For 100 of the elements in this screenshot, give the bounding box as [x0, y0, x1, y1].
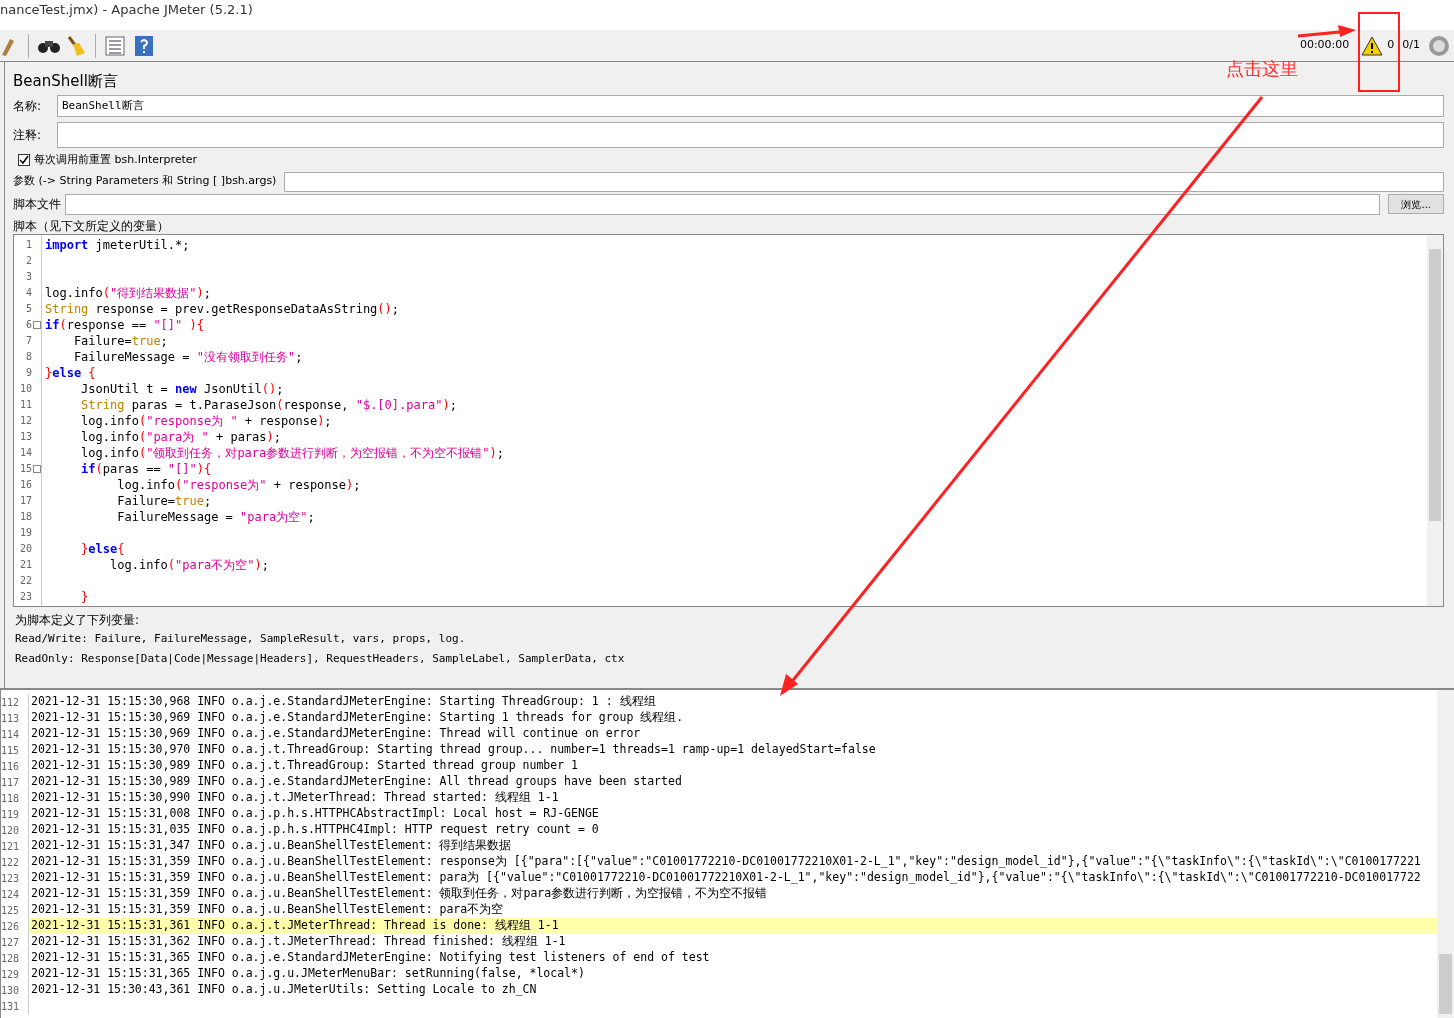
code-line: FailureMessage = "para为空";: [116, 509, 315, 524]
line-number: 12: [19, 414, 32, 428]
list-icon[interactable]: [104, 34, 126, 57]
line-number: 131: [1, 998, 29, 1014]
code-line: }else {: [45, 365, 96, 380]
thread-count: 0/1: [1402, 37, 1420, 54]
read-only-text: ReadOnly: Response[Data|Code|Message|Headers], RequestHeaders, SampleLabel, SamplerData, ctx: [15, 650, 626, 667]
annotation-text: 点击这里: [1226, 57, 1298, 81]
code-line: }else{: [80, 541, 125, 556]
line-number: 127: [1, 934, 29, 950]
line-number: 4: [25, 286, 32, 300]
warning-icon[interactable]: [1361, 35, 1384, 56]
log-line: 2021-12-31 15:15:30,969 INFO o.a.j.e.StandardJMeterEngine: Thread will continue on error: [30, 726, 642, 742]
line-number: 129: [1, 966, 29, 982]
circle-icon[interactable]: [1428, 34, 1450, 57]
log-line: 2021-12-31 15:15:31,365 INFO o.a.j.e.StandardJMeterEngine: Notifying test listeners of end of test: [30, 950, 711, 966]
log-line: 2021-12-31 15:15:31,359 INFO o.a.j.u.BeanShellTestElement: para为 [{"value":"C01001772210-DC01001772210X01-2-L_1","key":"design_model_id"},{"value":"{\"taskInfo\":{\"taskId\":\"C01001772210-DC010017722: [30, 870, 1422, 886]
log-line: 2021-12-31 15:15:31,008 INFO o.a.j.p.h.s.HTTPHCAbstractImpl: Local host = RJ-GENGE: [30, 806, 600, 822]
line-number: 123: [1, 870, 29, 886]
line-number: 13: [19, 430, 32, 444]
line-number: 120: [1, 822, 29, 838]
line-number: 9: [25, 366, 32, 380]
line-number: 23: [19, 590, 32, 604]
code-line: log.info("response为 " + response);: [80, 413, 332, 428]
line-number: 19: [19, 526, 32, 540]
variables-title: 为脚本定义了下列变量:: [15, 611, 141, 629]
code-line: log.info("response为" + response);: [116, 477, 361, 492]
line-number: 114: [1, 726, 29, 742]
elapsed-time: 00:00:00: [1299, 37, 1350, 54]
line-number: 119: [1, 806, 29, 822]
line-number: 7: [25, 334, 32, 348]
panel-title: BeanShell断言: [13, 71, 118, 92]
log-line: 2021-12-31 15:15:30,989 INFO o.a.j.e.StandardJMeterEngine: All thread groups have been started: [30, 774, 683, 790]
help-icon[interactable]: [134, 34, 154, 57]
line-number: 22: [19, 574, 32, 588]
log-line: 2021-12-31 15:15:30,968 INFO o.a.j.e.StandardJMeterEngine: Starting ThreadGroup: 1 : 线程组: [30, 694, 657, 710]
script-label: 脚本（见下文所定义的变量）: [13, 218, 170, 234]
browse-button[interactable]: 浏览...: [1388, 194, 1444, 214]
log-line: 2021-12-31 15:30:43,361 INFO o.a.j.u.JMeterUtils: Setting Locale to zh_CN: [30, 982, 538, 998]
log-line: 2021-12-31 15:15:30,969 INFO o.a.j.e.StandardJMeterEngine: Starting 1 threads for group 线程组.: [30, 710, 685, 726]
line-number: 14: [19, 446, 32, 460]
line-number: 113: [1, 710, 29, 726]
name-label: 名称:: [13, 98, 43, 115]
read-write-text: Read/Write: Failure, FailureMessage, SampleResult, vars, props, log.: [15, 630, 467, 647]
line-number: 122: [1, 854, 29, 870]
line-number: 11: [19, 398, 32, 412]
line-number: 8: [25, 350, 32, 364]
line-number: 20: [19, 542, 32, 556]
scrollbar[interactable]: [1427, 234, 1443, 606]
line-number: 18: [19, 510, 32, 524]
params-field[interactable]: [284, 171, 1444, 192]
reset-checkbox[interactable]: [18, 154, 30, 167]
line-number: 10: [19, 382, 32, 396]
code-line: }: [80, 589, 89, 604]
log-line: 2021-12-31 15:15:30,970 INFO o.a.j.t.ThreadGroup: Starting thread group... number=1 threads=1 ramp-up=1 delayedStart=false: [30, 742, 877, 758]
comment-field[interactable]: [57, 122, 1444, 148]
log-line: 2021-12-31 15:15:31,347 INFO o.a.j.u.BeanShellTestElement: 得到结果数据: [30, 838, 513, 854]
code-line: FailureMessage = "没有领取到任务";: [72, 349, 303, 364]
line-number: 5: [25, 302, 32, 316]
params-label: 参数 (-> String Parameters 和 String [ ]bsh.args): [13, 173, 277, 190]
log-line: 2021-12-31 15:15:31,359 INFO o.a.j.u.BeanShellTestElement: response为 [{"para":[{"value":"C01001772210-DC01001772210X01-2-L_1","key":"design_model_id"},{"value":"{\"taskInfo\":{\"taskId\":\"C0100177221: [30, 854, 1422, 870]
log-line: 2021-12-31 15:15:31,359 INFO o.a.j.u.BeanShellTestElement: para不为空: [30, 902, 505, 918]
comment-label: 注释:: [13, 127, 43, 144]
code-line: log.info("para不为空");: [109, 557, 269, 572]
line-number: 1: [25, 238, 32, 252]
log-line: 2021-12-31 15:15:31,362 INFO o.a.j.t.JMeterThread: Thread finished: 线程组 1-1: [30, 934, 567, 950]
code-line: log.info("领取到任务，对para参数进行判断，为空报错，不为空不报错");: [80, 445, 504, 460]
line-number: 125: [1, 902, 29, 918]
line-number: 115: [1, 742, 29, 758]
line-number: 121: [1, 838, 29, 854]
code-line: log.info("para为 " + paras);: [80, 429, 281, 444]
warning-count: 0: [1387, 37, 1395, 54]
log-line: 2021-12-31 15:15:31,359 INFO o.a.j.u.BeanShellTestElement: 领取到任务，对para参数进行判断，为空报错，不为空不报错: [30, 886, 769, 902]
log-line: 2021-12-31 15:15:31,035 INFO o.a.j.p.h.s.HTTPHC4Impl: HTTP request retry count = 0: [30, 822, 600, 838]
scrollbar[interactable]: [1437, 690, 1454, 1018]
script-file-label: 脚本文件: [13, 196, 61, 213]
window-title: nanceTest.jmx) - Apache JMeter (5.2.1): [0, 1, 253, 19]
script-file-field[interactable]: [65, 193, 1381, 215]
script-editor[interactable]: [13, 233, 1444, 607]
line-number: 116: [1, 758, 29, 774]
line-number: 6: [25, 318, 32, 332]
line-number: 130: [1, 982, 29, 998]
check-icon: [19, 155, 29, 166]
fold-icon[interactable]: [33, 464, 41, 473]
name-field[interactable]: BeanShell断言: [57, 95, 1444, 117]
code-line: String response = prev.getResponseDataAsString();: [45, 301, 400, 316]
log-line: 2021-12-31 15:15:31,365 INFO o.a.j.g.u.JMeterMenuBar: setRunning(false, *local*): [30, 966, 586, 982]
line-number: 124: [1, 886, 29, 902]
code-line: Failure=true;: [116, 493, 212, 508]
line-number: 3: [25, 270, 32, 284]
code-line: if(paras == "[]"){: [80, 461, 212, 476]
line-number: 2: [25, 254, 32, 268]
line-number: 17: [19, 494, 32, 508]
log-line: 2021-12-31 15:15:30,989 INFO o.a.j.t.ThreadGroup: Started thread group number 1: [30, 758, 579, 774]
fold-icon[interactable]: [33, 320, 41, 329]
log-line: 2021-12-31 15:15:30,990 INFO o.a.j.t.JMeterThread: Thread started: 线程组 1-1: [30, 790, 560, 806]
code-line: import jmeterUtil.*;: [45, 237, 190, 252]
code-line: log.info("得到结果数据");: [45, 285, 211, 300]
code-line: Failure=true;: [72, 333, 168, 348]
reset-label: 每次调用前重置 bsh.Interpreter: [34, 152, 198, 168]
